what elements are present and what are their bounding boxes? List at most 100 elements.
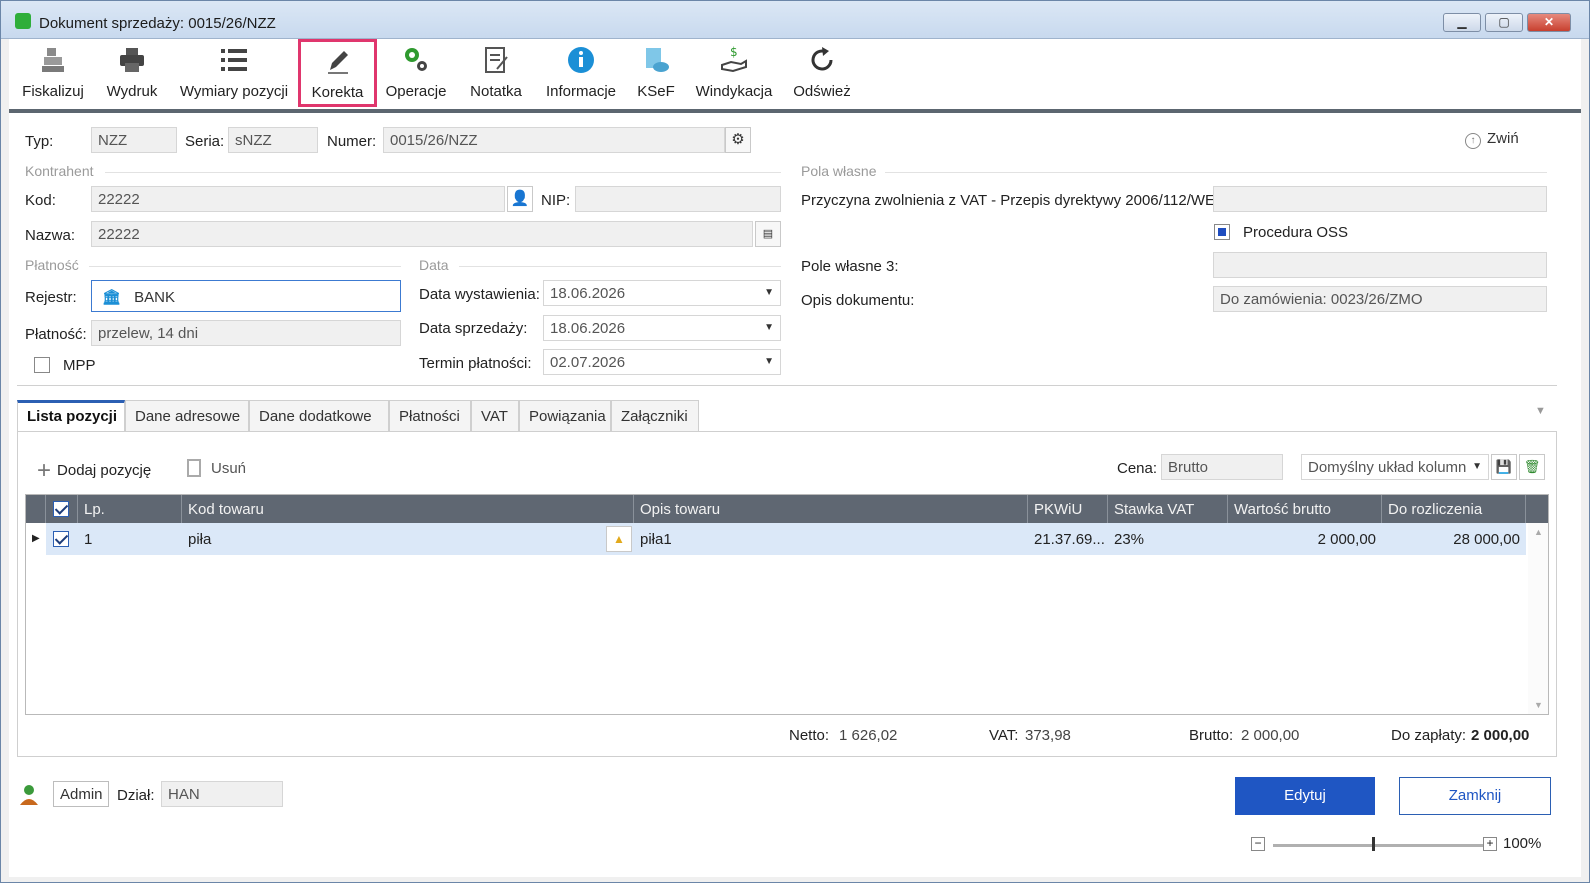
zoom-slider[interactable] <box>1273 844 1483 847</box>
nazwa-label: Nazwa: <box>25 227 76 244</box>
procedura-oss-checkbox[interactable] <box>1214 224 1230 240</box>
grid-header-stawka-vat[interactable]: Stawka VAT <box>1108 495 1228 523</box>
netto-value: 1 626,02 <box>839 727 898 744</box>
nazwa-field[interactable]: 22222 <box>91 221 753 247</box>
toolbar-notatka[interactable]: Notatka <box>465 41 527 107</box>
toolbar-informacje[interactable]: Informacje <box>543 41 619 107</box>
list-icon <box>221 49 247 71</box>
toolbar-odswiez[interactable]: Odśwież <box>791 41 853 107</box>
procedura-oss-label: Procedura OSS <box>1243 224 1349 241</box>
toolbar-korekta[interactable]: Korekta <box>298 39 377 107</box>
zoom-level: 100% <box>1503 835 1542 852</box>
cena-field[interactable]: Brutto <box>1161 454 1283 480</box>
note-icon <box>485 47 508 73</box>
save-layout-button[interactable]: 💾 <box>1491 454 1517 480</box>
chevron-down-icon: ▼ <box>764 356 774 367</box>
rejestr-field[interactable]: 🏛 BANK <box>91 280 401 312</box>
tab-zalaczniki[interactable]: Załączniki <box>611 400 699 432</box>
table-row[interactable]: ▶ 1 piła ▲ piła1 21.37.69... 23% 2 000,0… <box>26 523 1526 555</box>
chevron-down-icon: ▼ <box>1472 461 1482 472</box>
tab-dane-dodatkowe[interactable]: Dane dodatkowe <box>249 400 389 432</box>
cell-stawka-vat: 23% <box>1114 531 1145 548</box>
termin-platnosci-field[interactable]: 02.07.2026 ▼ <box>543 349 781 375</box>
nip-field[interactable] <box>575 186 781 212</box>
document-content: Fiskalizuj Wydruk Wymiary pozycji Korekt… <box>9 39 1581 877</box>
maximize-button[interactable]: ▢ <box>1485 13 1523 32</box>
przyczyna-zwolnienia-field[interactable] <box>1213 186 1547 212</box>
tab-powiazania[interactable]: Powiązania <box>519 400 611 432</box>
money-hand-icon: $ <box>721 45 747 73</box>
collapse-button[interactable]: ↑ Zwiń <box>1465 130 1519 149</box>
toolbar-operacje[interactable]: Operacje <box>383 41 449 107</box>
seria-label: Seria: <box>185 133 225 150</box>
toolbar-ksef[interactable]: KSeF <box>635 41 677 107</box>
pole-wlasne-3-field[interactable] <box>1213 252 1547 278</box>
edit-button[interactable]: Edytuj <box>1235 777 1375 815</box>
grid-header-kod-towaru[interactable]: Kod towaru <box>182 495 634 523</box>
toolbar-windykacja[interactable]: $ Windykacja <box>693 41 775 107</box>
close-button[interactable]: Zamknij <box>1399 777 1551 815</box>
tab-dane-adresowe[interactable]: Dane adresowe <box>125 400 249 432</box>
grid-header-indicator <box>26 495 46 523</box>
grid-header-lp[interactable]: Lp. <box>78 495 182 523</box>
window-title: Dokument sprzedaży: 0015/26/NZZ <box>39 15 276 32</box>
pole-wlasne-3-label: Pole własne 3: <box>801 258 899 275</box>
seria-field[interactable]: sNZZ <box>228 127 318 153</box>
data-sprzedazy-field[interactable]: 18.06.2026 ▼ <box>543 315 781 341</box>
row-select-cell[interactable] <box>46 523 78 555</box>
tab-platnosci[interactable]: Płatności <box>389 400 471 432</box>
platnosc-section-label: Płatność <box>25 257 79 273</box>
numbering-settings-button[interactable]: ⚙ <box>725 127 751 153</box>
row-checkbox[interactable] <box>53 531 69 547</box>
grid-header-wartosc-brutto[interactable]: Wartość brutto <box>1228 495 1382 523</box>
scroll-down-icon[interactable]: ▼ <box>1534 700 1543 710</box>
grid-header-do-rozliczenia[interactable]: Do rozliczenia <box>1382 495 1526 523</box>
title-bar: Dokument sprzedaży: 0015/26/NZZ ▁ ▢ ✕ <box>1 1 1589 39</box>
select-contractor-button[interactable]: 👤 <box>507 186 533 212</box>
grid-header-select-all[interactable] <box>46 495 78 523</box>
zoom-in-button[interactable]: + <box>1483 837 1497 851</box>
grid-header-opis-towaru[interactable]: Opis towaru <box>634 495 1028 523</box>
cash-register-icon <box>42 48 64 72</box>
grid-header-pkwiu[interactable]: PKWiU <box>1028 495 1108 523</box>
item-lookup-button[interactable]: ▲ <box>606 526 632 552</box>
zoom-slider-thumb[interactable] <box>1371 837 1375 851</box>
numer-field[interactable]: 0015/26/NZZ <box>383 127 725 153</box>
do-zaplaty-label: Do zapłaty: <box>1391 727 1467 744</box>
bank-icon: 🏛 <box>102 289 122 306</box>
grid-vertical-scrollbar[interactable]: ▲ ▼ <box>1528 523 1548 714</box>
add-position-button[interactable]: + Dodaj pozycję <box>37 457 151 485</box>
rejestr-label: Rejestr: <box>25 289 77 306</box>
remove-position-button[interactable]: Usuń <box>187 459 246 477</box>
contractor-card-button[interactable]: ▤ <box>755 221 781 247</box>
tab-vat[interactable]: VAT <box>471 400 519 432</box>
pencil-icon <box>327 51 348 74</box>
ksef-cloud-icon <box>646 48 669 72</box>
data-wystawienia-field[interactable]: 18.06.2026 ▼ <box>543 280 781 306</box>
typ-field[interactable]: NZZ <box>91 127 177 153</box>
pola-wlasne-section-label: Pola własne <box>801 163 877 179</box>
toolbar-wydruk[interactable]: Wydruk <box>101 41 163 107</box>
dzial-field[interactable]: HAN <box>161 781 283 807</box>
close-window-button[interactable]: ✕ <box>1527 13 1571 32</box>
delete-layout-button[interactable]: 🗑 <box>1519 454 1545 480</box>
toolbar-wymiary-pozycji[interactable]: Wymiary pozycji <box>177 41 291 107</box>
kod-field[interactable]: 22222 <box>91 186 505 212</box>
select-all-checkbox[interactable] <box>53 501 69 517</box>
minimize-button[interactable]: ▁ <box>1443 13 1481 32</box>
zoom-out-button[interactable]: − <box>1251 837 1265 851</box>
opis-dokumentu-field[interactable]: Do zamówienia: 0023/26/ZMO <box>1213 286 1547 312</box>
cell-kod-towaru: piła <box>188 531 212 548</box>
cell-lp: 1 <box>84 531 93 548</box>
scroll-up-icon[interactable]: ▲ <box>1534 527 1543 537</box>
mpp-checkbox[interactable] <box>34 357 50 373</box>
przyczyna-zwolnienia-label: Przyczyna zwolnienia z VAT - Przepis dyr… <box>801 192 1220 209</box>
tabs-menu-chevron-icon[interactable]: ▼ <box>1535 405 1546 417</box>
printer-icon <box>120 48 144 72</box>
tab-lista-pozycji[interactable]: Lista pozycji <box>17 400 125 432</box>
plus-icon: + <box>37 457 52 484</box>
save-icon: 💾 <box>1495 459 1513 474</box>
platnosc-field[interactable]: przelew, 14 dni <box>91 320 401 346</box>
toolbar-fiskalizuj[interactable]: Fiskalizuj <box>17 41 89 107</box>
column-layout-select[interactable]: Domyślny układ kolumn ▼ <box>1301 454 1489 480</box>
